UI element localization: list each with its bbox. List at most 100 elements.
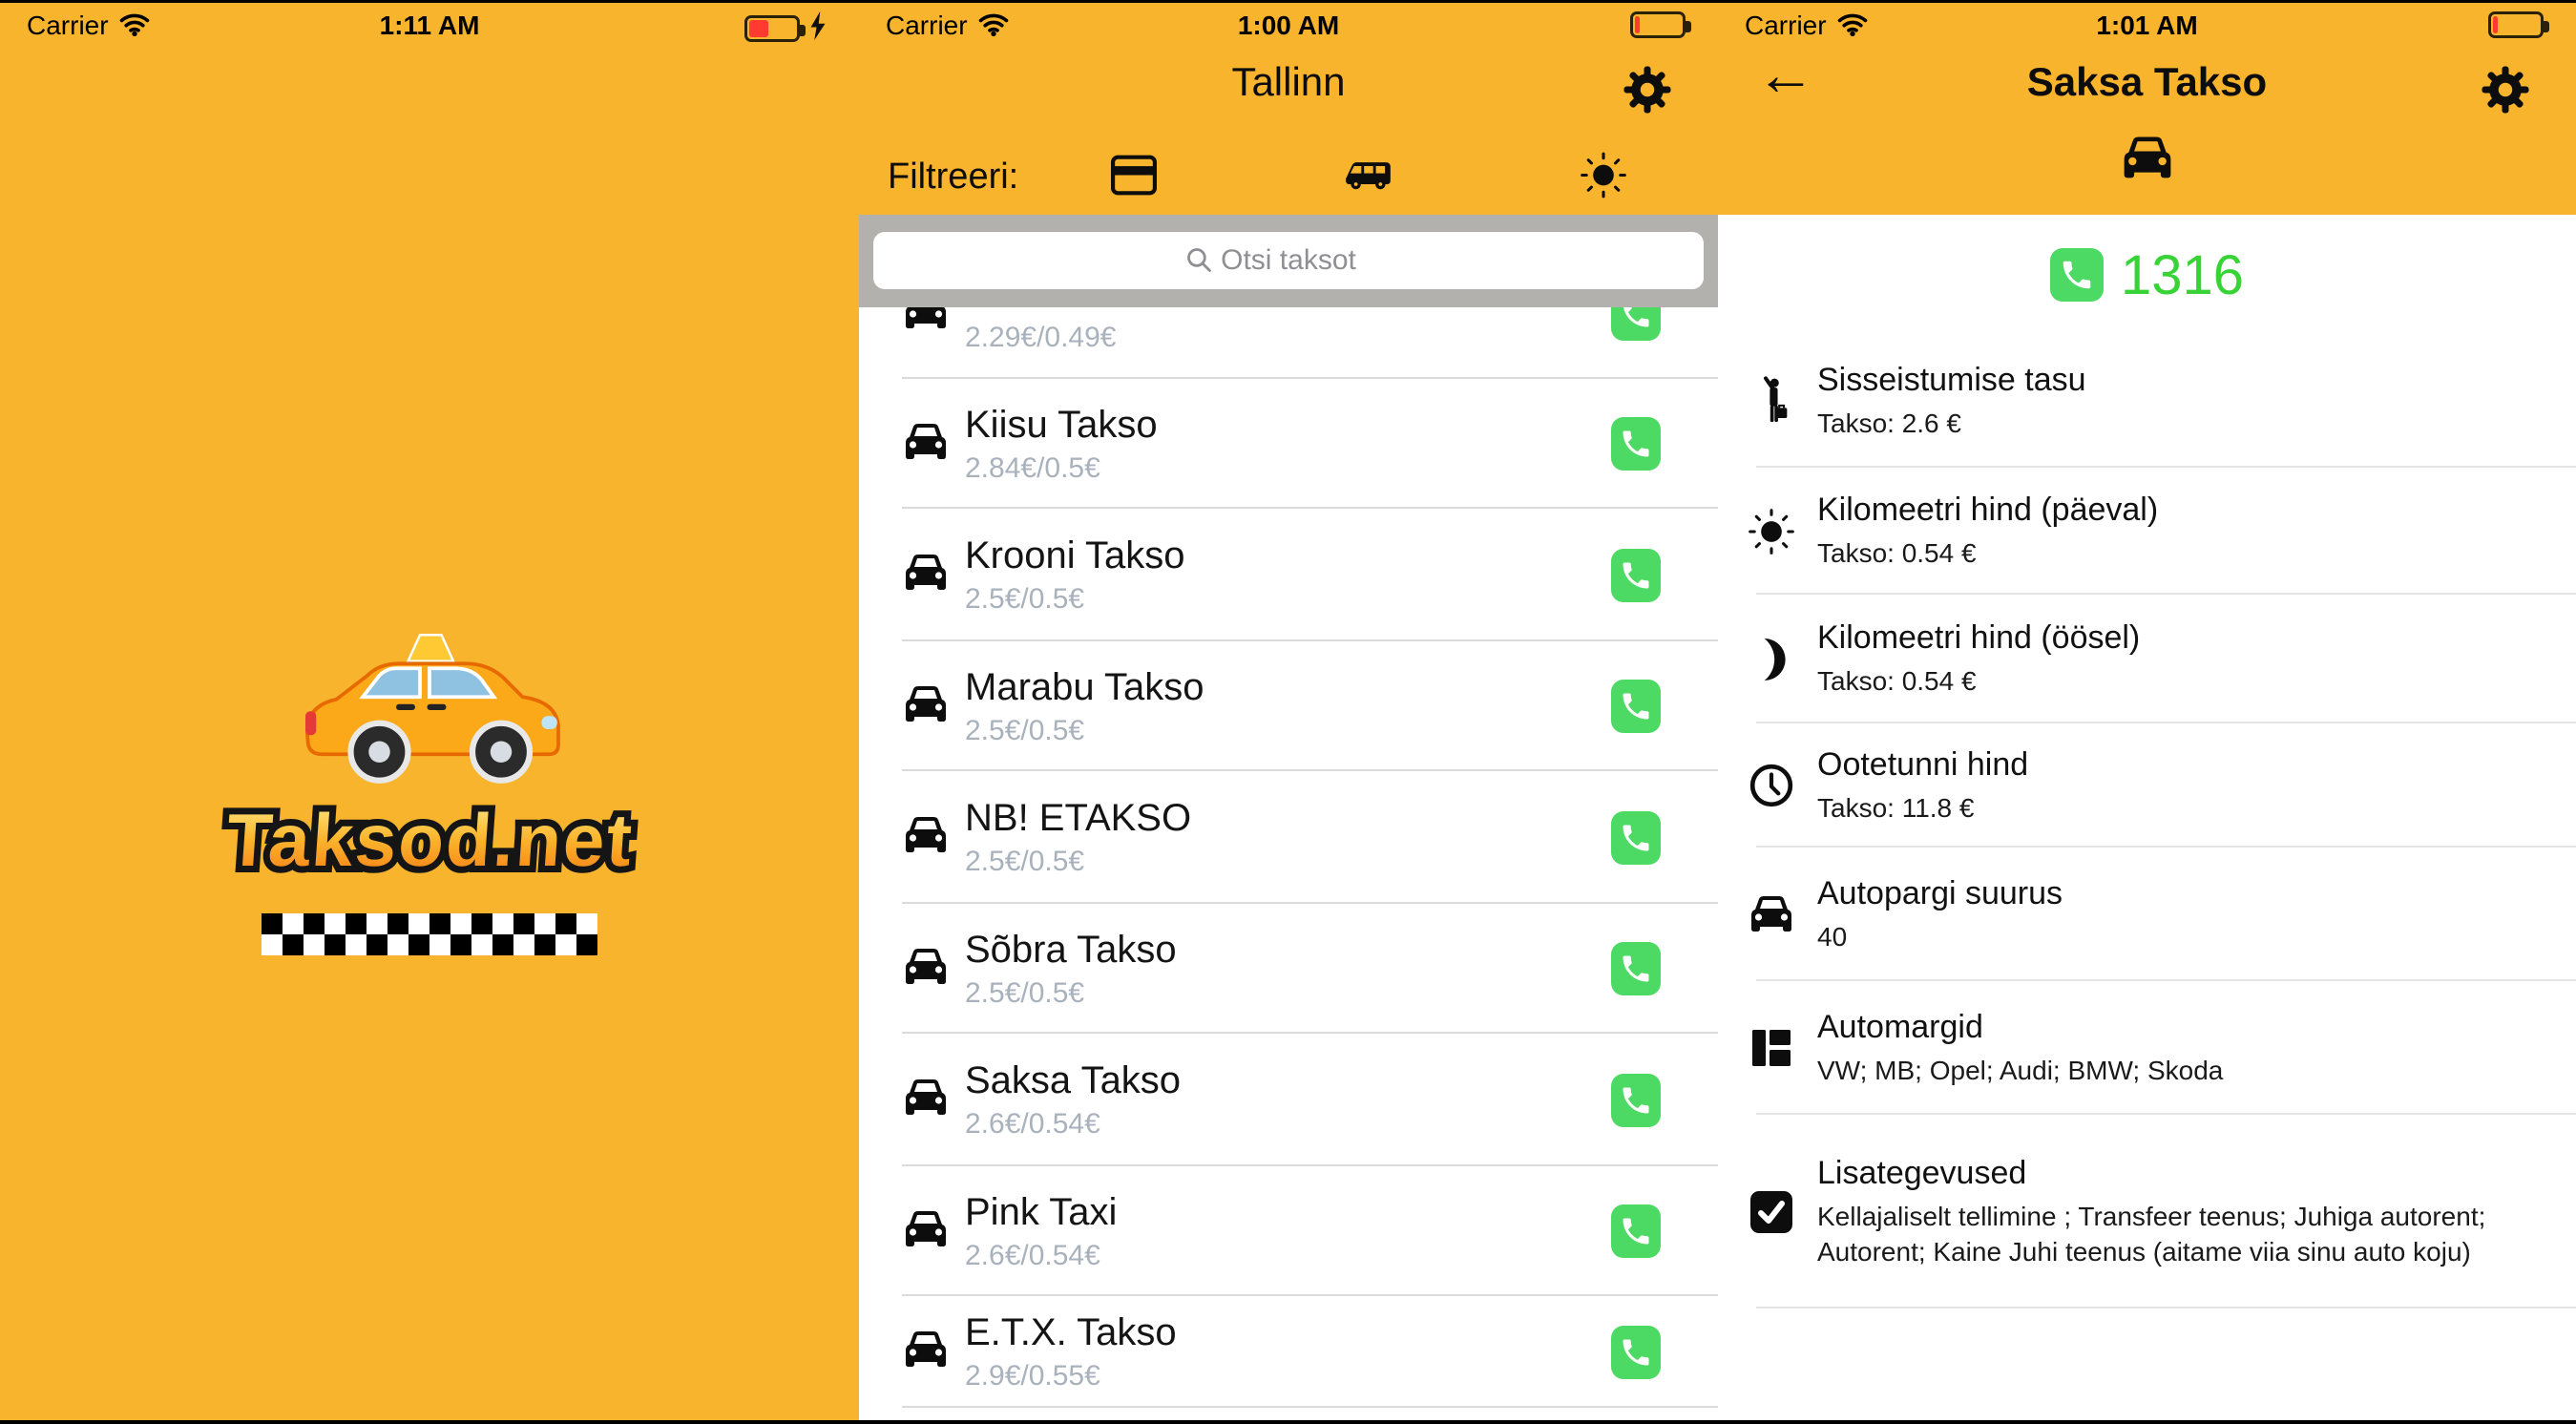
wifi-icon <box>977 11 1010 41</box>
call-button[interactable] <box>1611 1204 1661 1258</box>
card-payment-filter-icon[interactable] <box>1111 156 1157 200</box>
taxi-detail-screen: 1:01 AM Carrier ← Saksa Takso 1316 <box>1718 0 2576 1424</box>
taxi-name: Marabu Takso <box>965 666 1611 709</box>
status-bar: 1:00 AM Carrier <box>859 8 1718 44</box>
taxi-name: Krooni Takso <box>965 534 1611 577</box>
car-icon <box>902 946 950 993</box>
car-icon <box>902 683 950 730</box>
splash-screen: 1:11 AM Carrier <box>0 0 859 1424</box>
call-button[interactable] <box>1611 549 1661 602</box>
carrier-label: Carrier <box>1745 10 1827 41</box>
checkered-stripe <box>262 913 597 955</box>
filter-row: Filtreeri: <box>859 143 1718 212</box>
car-icon <box>902 814 950 861</box>
detail-title: Sisseistumise tasu <box>1817 362 2086 399</box>
checkbox-icon <box>1743 1190 1800 1234</box>
detail-value: Takso: 0.54 € <box>1817 535 2158 571</box>
car-brands-icon <box>1743 1028 1800 1068</box>
detail-value: Takso: 0.54 € <box>1817 663 2140 699</box>
status-bar: 1:11 AM Carrier <box>0 8 859 44</box>
detail-value: Takso: 2.6 € <box>1817 406 2086 441</box>
taxi-price: 2.6€/0.54€ <box>965 1108 1611 1141</box>
settings-gear-icon[interactable] <box>2479 63 2532 116</box>
car-icon <box>902 1077 950 1123</box>
taxi-price: 2.29€/0.49€ <box>965 322 1611 354</box>
screen-border-bottom <box>0 1420 2576 1424</box>
taxi-row[interactable]: Marabu Takso 2.5€/0.5€ <box>859 641 1718 771</box>
detail-row: Kilomeetri hind (päeval) Takso: 0.54 € <box>1718 468 2576 595</box>
car-icon <box>902 1329 950 1375</box>
charging-bolt-icon <box>809 11 827 45</box>
logo-text: Taksod.net <box>224 798 637 882</box>
page-title: Saksa Takso <box>1718 59 2576 105</box>
search-field[interactable] <box>873 232 1704 289</box>
call-button[interactable] <box>1611 680 1661 733</box>
van-filter-icon[interactable] <box>1340 157 1395 199</box>
detail-row: Sisseistumise tasu Takso: 2.6 € <box>1718 334 2576 468</box>
detail-title: Kilomeetri hind (öösel) <box>1817 619 2140 657</box>
detail-title: Automargid <box>1817 1009 2223 1046</box>
app-logo: Taksod.net Taksod.net <box>0 630 859 955</box>
taxi-name: Kiisu Takso <box>965 404 1611 447</box>
detail-row: Lisategevused Kellajaliselt tellimine ; … <box>1718 1115 2576 1309</box>
detail-title: Kilomeetri hind (päeval) <box>1817 492 2158 529</box>
logo-wordmark: Taksod.net Taksod.net <box>222 797 637 902</box>
call-button[interactable] <box>1611 1074 1661 1127</box>
detail-value: 40 <box>1817 919 2063 954</box>
carrier-label: Carrier <box>27 10 109 41</box>
list-header: 1:00 AM Carrier Tallinn Filtreeri: <box>859 0 1718 215</box>
detail-value: Takso: 11.8 € <box>1817 790 2028 826</box>
call-phone-row[interactable]: 1316 <box>1718 227 2576 323</box>
taxi-name: Sõbra Takso <box>965 929 1611 972</box>
taxi-row[interactable]: Sõbra Takso 2.5€/0.5€ <box>859 904 1718 1034</box>
call-button[interactable] <box>1611 811 1661 865</box>
detail-value: VW; MB; Opel; Audi; BMW; Skoda <box>1817 1053 2223 1088</box>
taxi-price: 2.84€/0.5€ <box>965 452 1611 485</box>
carrier-label: Carrier <box>886 10 968 41</box>
car-icon <box>902 552 950 598</box>
detail-list: Sisseistumise tasu Takso: 2.6 € Kilomeet… <box>1718 334 2576 1309</box>
phone-icon <box>2050 248 2104 302</box>
car-icon <box>902 421 950 468</box>
call-button[interactable] <box>1611 1326 1661 1379</box>
taxi-name: NB! ETAKSO <box>965 797 1611 840</box>
taxi-price: 2.6€/0.54€ <box>965 1240 1611 1272</box>
screen-border-top <box>0 0 2576 3</box>
taxi-row[interactable]: Krooni Takso2.5€/0.5€ <box>859 509 1718 641</box>
taxi-row[interactable]: Saksa Takso2.6€/0.54€ <box>859 1034 1718 1166</box>
moon-icon <box>1743 638 1800 681</box>
taxi-row[interactable]: Pink Taxi2.6€/0.54€ <box>859 1166 1718 1296</box>
call-button[interactable] <box>1611 417 1661 471</box>
detail-title: Autopargi suurus <box>1817 875 2063 912</box>
detail-row: Ootetunni hind Takso: 11.8 € <box>1718 723 2576 848</box>
day-price-filter-icon[interactable] <box>1579 151 1628 205</box>
battery-icon <box>2488 11 2544 38</box>
settings-gear-icon[interactable] <box>1621 63 1674 116</box>
detail-row: Autopargi suurus 40 <box>1718 848 2576 981</box>
detail-title: Ootetunni hind <box>1817 746 2028 784</box>
wifi-icon <box>118 11 151 41</box>
detail-row: Automargid VW; MB; Opel; Audi; BMW; Skod… <box>1718 981 2576 1115</box>
taxi-list-screen: Reval Takso2.29€/0.49€ Kiisu Takso2.84€/… <box>859 0 1718 1424</box>
clock-icon <box>1743 763 1800 808</box>
car-icon <box>1743 893 1800 935</box>
taxi-price: 2.5€/0.5€ <box>965 715 1611 747</box>
taxi-row[interactable]: NB! ETAKSO2.5€/0.5€ <box>859 771 1718 904</box>
taxi-price: 2.5€/0.5€ <box>965 977 1611 1010</box>
battery-icon <box>1630 11 1686 38</box>
taxi-row[interactable]: Kiisu Takso 2.84€/0.5€ <box>859 379 1718 509</box>
search-input[interactable] <box>873 232 1704 289</box>
taxi-row[interactable]: E.T.X. Takso 2.9€/0.55€ <box>859 1296 1718 1408</box>
search-bar-container <box>859 215 1718 307</box>
taxi-price: 2.9€/0.55€ <box>965 1360 1611 1393</box>
wifi-icon <box>1836 11 1869 41</box>
status-bar: 1:01 AM Carrier <box>1718 8 2576 44</box>
detail-title: Lisategevused <box>1817 1155 2547 1192</box>
filter-label: Filtreeri: <box>888 157 1018 198</box>
call-button[interactable] <box>1611 942 1661 995</box>
hailing-person-icon <box>1743 376 1800 426</box>
taxi-car-icon <box>2120 134 2175 187</box>
battery-icon <box>744 15 800 42</box>
detail-header: 1:01 AM Carrier ← Saksa Takso <box>1718 0 2576 215</box>
taxi-name: E.T.X. Takso <box>965 1311 1611 1354</box>
